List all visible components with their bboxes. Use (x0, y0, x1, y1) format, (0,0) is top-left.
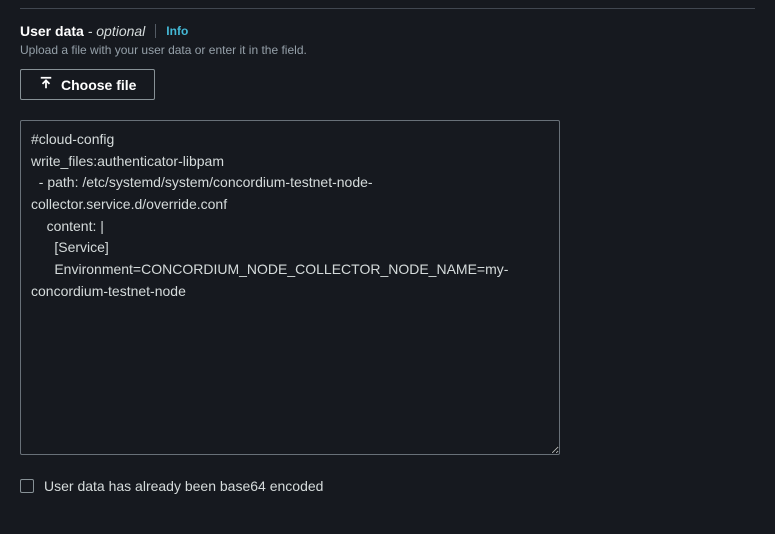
base64-checkbox-row: User data has already been base64 encode… (20, 478, 755, 494)
field-label-main: User data (20, 23, 84, 39)
field-label-optional: - optional (84, 23, 145, 39)
user-data-section: User data - optional Info Upload a file … (0, 9, 775, 514)
base64-checkbox[interactable] (20, 479, 34, 493)
base64-checkbox-label[interactable]: User data has already been base64 encode… (44, 478, 323, 494)
userdata-textarea[interactable] (20, 120, 560, 455)
vertical-divider (155, 24, 156, 38)
userdata-textarea-wrap (20, 120, 755, 458)
field-label: User data - optional (20, 23, 145, 39)
field-header: User data - optional Info (20, 23, 755, 39)
choose-file-button[interactable]: Choose file (20, 69, 155, 100)
info-link[interactable]: Info (166, 24, 188, 38)
field-description: Upload a file with your user data or ent… (20, 43, 755, 57)
upload-icon (39, 76, 53, 93)
choose-file-label: Choose file (61, 77, 136, 93)
